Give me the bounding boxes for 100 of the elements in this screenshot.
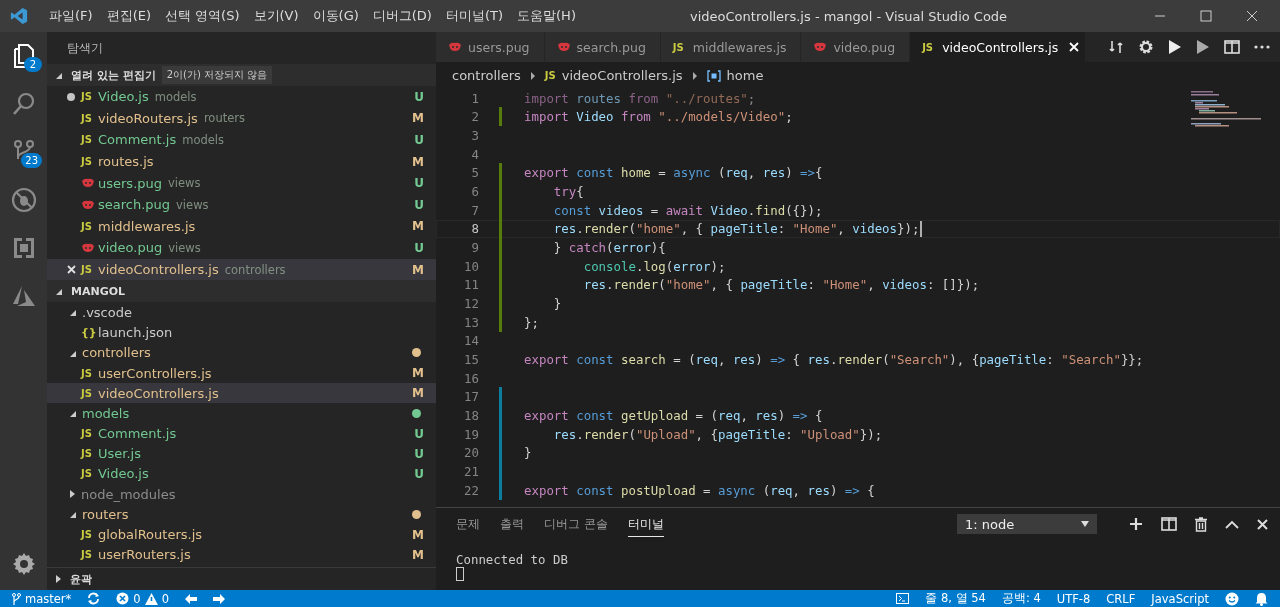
file-name: video.pug [98,240,163,256]
file-name: routers [82,506,129,522]
tree-item[interactable]: JS User.js U [47,443,436,464]
code-line: } [552,296,562,312]
menu-item[interactable]: 이동(G) [305,7,366,25]
tree-item[interactable]: routers [47,504,436,525]
file-type-icon: {} [81,326,98,340]
menu-item[interactable]: 디버그(D) [365,7,439,25]
code-line: const videos = await Video.find({}); [552,202,823,218]
file-name: videoRouters.js [98,110,198,126]
file-name: users.pug [98,175,162,191]
code-line: } [524,445,532,461]
activity-button[interactable]: 23 [0,128,47,176]
git-status: M [412,219,424,234]
encoding[interactable]: UTF-8 [1056,591,1091,606]
tree-item[interactable]: models [47,403,436,424]
breadcrumb-item[interactable]: JS videoControllers.js [544,68,683,83]
file-name: search.pug [98,197,171,213]
tree-item[interactable]: JS Video.js U [47,463,436,485]
editor-tab[interactable]: search.pug [544,32,661,62]
open-editor-item[interactable]: users.pug views U [47,172,436,194]
code-line: export const search = (req, res) => { res.render("Search"), {pageTitle: "Search"}}; [524,352,1144,367]
line-number: 9 [470,240,479,256]
file-type-icon: JS [81,387,98,399]
activity-button[interactable]: 2 [0,32,47,80]
open-editor-item[interactable]: JS Comment.js models U [47,129,436,151]
count-badge: 2 [24,57,42,72]
file-type-icon: JS [81,367,98,379]
folder-name: models [182,133,225,147]
open-editor-item[interactable]: video.pug views U [47,237,436,259]
branch-indicator[interactable]: master* [12,591,72,606]
file-name: userRouters.js [98,547,191,563]
section-header[interactable]: MANGOL [47,280,436,303]
code-line: res.render("home", { pageTitle: "Home", videos}); [524,220,923,237]
open-editor-item[interactable]: JS middlewares.js M [47,215,436,238]
tree-item[interactable]: node_modules [47,484,436,505]
file-name: node_modules [81,486,176,502]
file-name: videoControllers.js [98,262,219,278]
panel-tab[interactable]: 출력 [500,511,524,537]
count-badge: 23 [21,153,42,168]
open-editor-item[interactable]: search.pug views U [47,193,436,216]
window-title: videoControllers.js - mangol - Visual Studio Code [690,9,1008,24]
tree-item[interactable]: JS videoControllers.js M [47,383,436,404]
file-name: Video.js [98,466,149,482]
js-file-icon: JS [81,91,98,103]
problems-indicator[interactable]: 0 0 [116,591,169,606]
menu-item[interactable]: 파일(F) [42,7,100,25]
open-editor-item[interactable]: JS videoControllers.js controllers M [47,258,436,281]
tree-item[interactable]: {}launch.json [47,322,436,343]
folder-name: controllers [224,262,286,277]
open-editor-item[interactable]: JS Video.js models U [47,86,436,108]
code-line: export const getUpload = (req, res) => { [524,408,823,423]
open-editor-item[interactable]: JS videoRouters.js routers M [47,107,436,130]
language-mode[interactable]: JavaScript [1151,591,1209,606]
js-file-icon: JS [81,112,98,124]
terminal-dropdown[interactable]: 1: node [957,514,1097,534]
folder-name: models [154,89,197,104]
line-number: 16 [463,370,479,386]
code-line: import routes from "../routes"; [524,90,756,106]
line-number: 7 [470,202,479,218]
git-status: U [414,426,424,441]
tree-item[interactable]: JS globalRouters.js M [47,524,436,545]
code-line: res.render("Upload", {pageTitle: "Upload"}); [552,426,883,442]
editor-tab[interactable]: users.pug [436,32,545,62]
tree-item[interactable]: JS userControllers.js M [47,362,436,384]
line-number: 20 [463,445,479,461]
menu-item[interactable]: 편집(E) [99,7,158,25]
js-file-icon: JS [81,156,98,168]
sidebar-title: 탐색기 [66,40,104,57]
open-editor-item[interactable]: JS routes.js M [47,150,436,173]
breadcrumb-item[interactable]: home [726,68,764,83]
panel-tab[interactable]: 디버그 콘솔 [544,511,608,537]
line-number: 12 [463,296,479,312]
section-title: MANGOL [71,284,126,298]
file-name: globalRouters.js [98,527,203,542]
menu-item[interactable]: 도움말(H) [510,7,583,25]
indentation[interactable]: 공백: 4 [1001,591,1041,606]
git-status: M [412,366,424,380]
menu-item[interactable]: 터미널(T) [438,7,511,25]
line-ending[interactable]: CRLF [1106,591,1136,606]
git-status: M [412,111,424,126]
js-file-icon: JS [81,264,98,276]
tree-item[interactable]: .vscode [47,302,436,323]
breadcrumb-item[interactable]: controllers [452,68,521,83]
tree-item[interactable]: JS userRouters.js M [47,544,436,565]
editor-tab[interactable]: JS middlewares.js [660,32,802,62]
editor-tab[interactable]: JS videoControllers.js [910,32,1087,62]
editor-tab[interactable]: video.pug [801,32,911,62]
git-status: M [412,262,424,277]
code-line: import Video from "../models/Video"; [524,109,793,125]
cursor-position[interactable]: 줄 8, 열 54 [925,591,986,606]
file-name: User.js [98,446,141,462]
tree-item[interactable]: JS Comment.js U [47,423,436,444]
git-status: M [412,386,424,401]
section-header[interactable]: 열려 있는 편집기 2이(가) 저장되지 않음 [47,64,436,86]
panel-tab[interactable]: 터미널 [627,511,664,537]
menu-item[interactable]: 선택 영역(S) [158,7,247,25]
panel-tab[interactable]: 문제 [456,511,480,537]
tree-item[interactable]: controllers [47,342,436,363]
menu-item[interactable]: 보기(V) [246,7,306,25]
